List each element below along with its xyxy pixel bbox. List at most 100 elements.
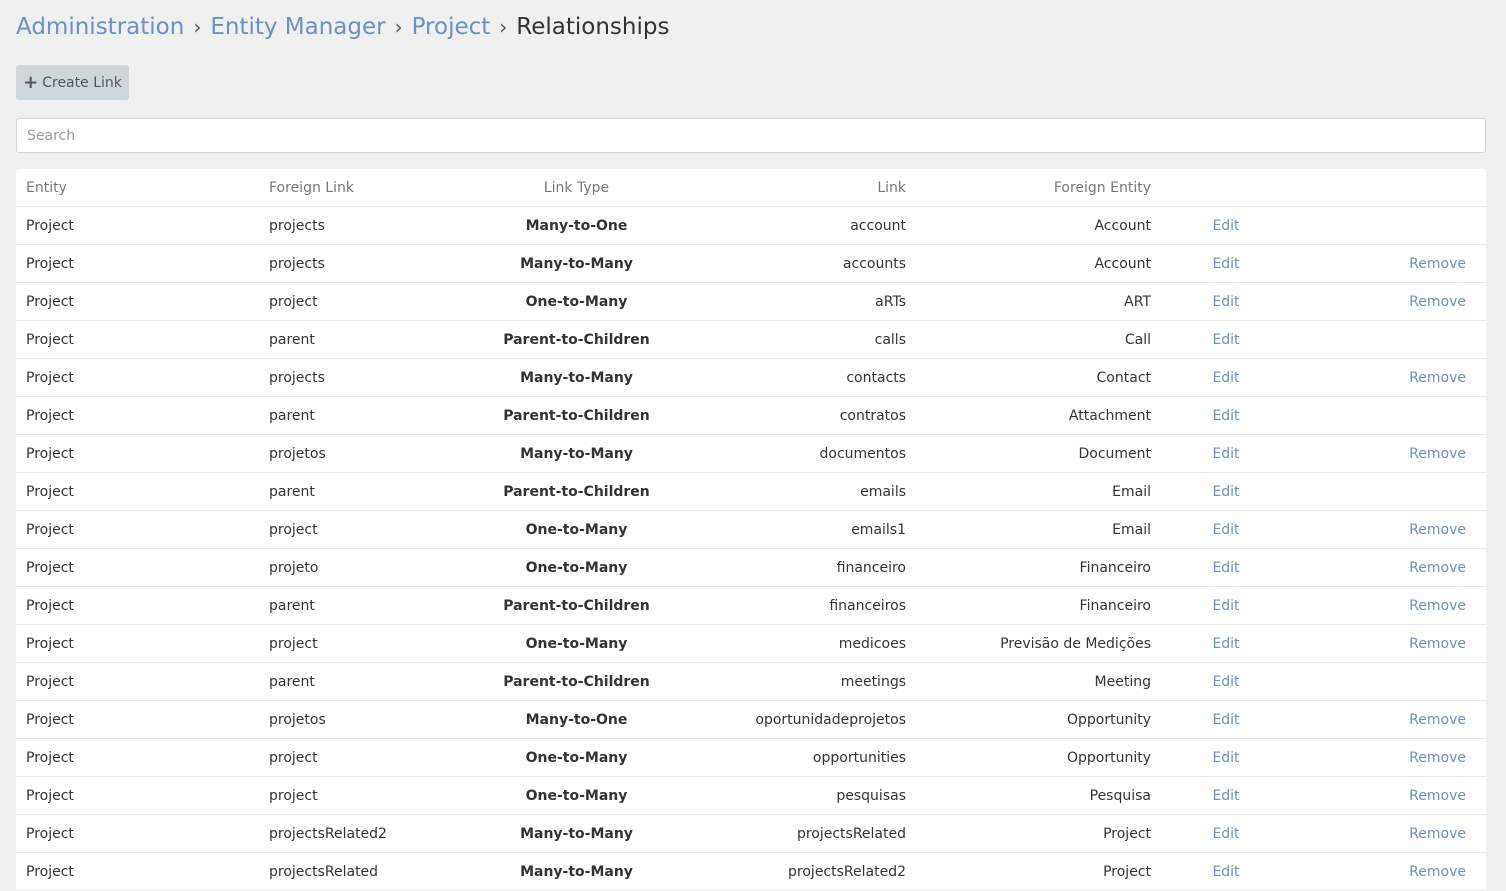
header-entity[interactable]: Entity [16, 180, 259, 196]
entity-cell: Project [26, 749, 74, 766]
link-cell: projectsRelated [796, 825, 906, 842]
link-type-cell: One-to-Many [525, 749, 628, 766]
foreign-entity-cell: ART [1124, 293, 1151, 310]
remove-link[interactable]: Remove [1301, 598, 1476, 614]
table-row: Project project One-to-Many opportunities Op… [16, 739, 1486, 777]
edit-link[interactable]: Edit [1151, 408, 1301, 424]
foreign-link-cell: project [269, 293, 318, 310]
entity-cell: Project [26, 369, 74, 386]
link-cell: oportunidadeprojetos [755, 711, 906, 728]
edit-link[interactable]: Edit [1151, 560, 1301, 576]
edit-link[interactable]: Edit [1151, 826, 1301, 842]
header-link-type[interactable]: Link Type [459, 180, 694, 196]
header-link[interactable]: Link [694, 180, 906, 196]
edit-link[interactable]: Edit [1151, 218, 1301, 234]
link-type-cell: Parent-to-Children [503, 673, 650, 690]
edit-link[interactable]: Edit [1151, 294, 1301, 310]
link-type-cell: One-to-Many [525, 293, 628, 310]
table-row: Project projects Many-to-Many contacts Conta… [16, 359, 1486, 397]
remove-link[interactable]: Remove [1301, 256, 1476, 272]
relationships-table: Entity Foreign Link Link Type Link Forei… [16, 169, 1486, 891]
edit-link[interactable]: Edit [1151, 712, 1301, 728]
edit-link[interactable]: Edit [1151, 864, 1301, 880]
edit-link[interactable]: Edit [1151, 788, 1301, 804]
link-cell: pesquisas [836, 787, 906, 804]
create-link-button[interactable]: + Create Link [16, 65, 129, 100]
foreign-entity-cell: Account [1094, 217, 1151, 234]
edit-link[interactable]: Edit [1151, 674, 1301, 690]
create-link-label: Create Link [42, 74, 122, 91]
link-cell: financeiros [829, 597, 906, 614]
table-row: Project projectsRelated Many-to-Many projec… [16, 853, 1486, 891]
breadcrumb-project[interactable]: Project [412, 14, 491, 40]
link-cell: calls [874, 331, 906, 348]
remove-link[interactable]: Remove [1301, 826, 1476, 842]
foreign-link-cell: projects [269, 217, 325, 234]
edit-link[interactable]: Edit [1151, 256, 1301, 272]
link-type-cell: Many-to-Many [520, 369, 633, 386]
remove-link[interactable]: Remove [1301, 294, 1476, 310]
edit-link[interactable]: Edit [1151, 370, 1301, 386]
table-row: Project parent Parent-to-Children meetings M… [16, 663, 1486, 701]
remove-link[interactable]: Remove [1301, 370, 1476, 386]
entity-cell: Project [26, 863, 74, 880]
entity-cell: Project [26, 787, 74, 804]
foreign-link-cell: parent [269, 673, 315, 690]
breadcrumb-current-page: Relationships [516, 14, 670, 40]
table-row: Project projeto One-to-Many financeiro Finan… [16, 549, 1486, 587]
foreign-link-cell: projectsRelated [269, 863, 379, 880]
table-row: Project parent Parent-to-Children contratos… [16, 397, 1486, 435]
link-type-cell: Parent-to-Children [503, 407, 650, 424]
link-cell: meetings [840, 673, 906, 690]
search-input[interactable] [16, 118, 1486, 153]
table-header-row: Entity Foreign Link Link Type Link Forei… [16, 169, 1486, 207]
remove-link[interactable]: Remove [1301, 522, 1476, 538]
remove-link[interactable]: Remove [1301, 560, 1476, 576]
header-foreign-entity[interactable]: Foreign Entity [906, 180, 1151, 196]
foreign-entity-cell: Email [1112, 521, 1151, 538]
foreign-entity-cell: Document [1078, 445, 1151, 462]
remove-link[interactable]: Remove [1301, 636, 1476, 652]
link-cell: aRTs [875, 293, 906, 310]
foreign-entity-cell: Previsão de Medições [1000, 635, 1151, 652]
foreign-link-cell: project [269, 635, 318, 652]
breadcrumb-administration[interactable]: Administration [16, 14, 184, 40]
foreign-link-cell: parent [269, 407, 315, 424]
entity-cell: Project [26, 673, 74, 690]
edit-link[interactable]: Edit [1151, 332, 1301, 348]
table-row: Project parent Parent-to-Children emails Ema… [16, 473, 1486, 511]
header-foreign-link[interactable]: Foreign Link [259, 180, 459, 196]
link-type-cell: Many-to-Many [520, 445, 633, 462]
foreign-link-cell: projectsRelated2 [269, 825, 387, 842]
remove-link[interactable]: Remove [1301, 864, 1476, 880]
remove-link[interactable]: Remove [1301, 750, 1476, 766]
foreign-entity-cell: Account [1094, 255, 1151, 272]
entity-cell: Project [26, 635, 74, 652]
edit-link[interactable]: Edit [1151, 522, 1301, 538]
breadcrumb-separator: › [193, 15, 202, 39]
edit-link[interactable]: Edit [1151, 598, 1301, 614]
table-row: Project project One-to-Many aRTs ART Edit Remo… [16, 283, 1486, 321]
entity-cell: Project [26, 407, 74, 424]
foreign-entity-cell: Financeiro [1079, 597, 1151, 614]
link-cell: projectsRelated2 [788, 863, 906, 880]
remove-link[interactable]: Remove [1301, 446, 1476, 462]
foreign-entity-cell: Contact [1096, 369, 1151, 386]
table-row: Project projetos Many-to-Many documentos Doc… [16, 435, 1486, 473]
foreign-entity-cell: Meeting [1094, 673, 1151, 690]
edit-link[interactable]: Edit [1151, 636, 1301, 652]
remove-link[interactable]: Remove [1301, 788, 1476, 804]
foreign-link-cell: projetos [269, 445, 326, 462]
foreign-link-cell: project [269, 521, 318, 538]
foreign-entity-cell: Financeiro [1079, 559, 1151, 576]
link-type-cell: Many-to-One [525, 217, 628, 234]
foreign-link-cell: project [269, 787, 318, 804]
link-type-cell: Many-to-One [525, 711, 628, 728]
edit-link[interactable]: Edit [1151, 750, 1301, 766]
breadcrumb-entity-manager[interactable]: Entity Manager [210, 14, 385, 40]
remove-link[interactable]: Remove [1301, 712, 1476, 728]
link-type-cell: One-to-Many [525, 635, 628, 652]
edit-link[interactable]: Edit [1151, 446, 1301, 462]
edit-link[interactable]: Edit [1151, 484, 1301, 500]
foreign-entity-cell: Email [1112, 483, 1151, 500]
